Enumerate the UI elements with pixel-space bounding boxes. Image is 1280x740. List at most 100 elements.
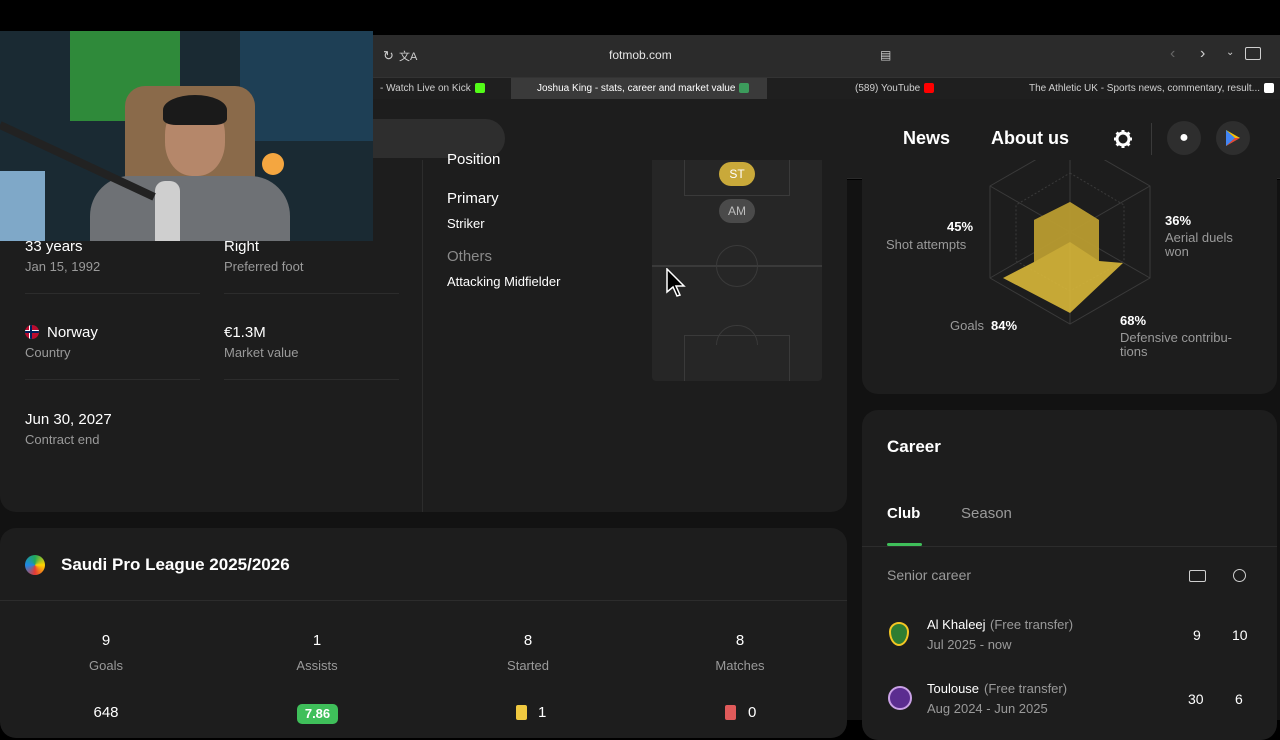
- career-appearances: 30: [1188, 691, 1204, 707]
- red-card-icon: [725, 705, 736, 720]
- birth-date: Jan 15, 1992: [25, 259, 101, 274]
- yellow-card-icon: [516, 705, 527, 720]
- aerial-duels-pct: 36%: [1165, 213, 1192, 228]
- athletic-icon: [1264, 83, 1275, 94]
- kick-icon: [474, 83, 485, 94]
- apple-icon: ●: [1179, 129, 1189, 146]
- tab-fotmob[interactable]: Joshua King - stats, career and market v…: [511, 78, 767, 100]
- pitch-centre-circle: [716, 245, 758, 287]
- shot-attempts-label: Shot attempts: [886, 237, 967, 252]
- position-st-pill: ST: [719, 162, 755, 186]
- defensive-label-1: Defensive contribu-: [1120, 330, 1232, 345]
- tab-club[interactable]: Club: [887, 505, 920, 522]
- divider: [0, 600, 847, 601]
- translate-icon[interactable]: 文A: [399, 48, 417, 64]
- matches-stat-value: 8: [735, 632, 745, 649]
- vertical-divider: [422, 160, 423, 512]
- reader-icon[interactable]: ▤: [880, 48, 891, 62]
- webcam-lamp: [262, 153, 284, 175]
- al-khaleej-crest-icon: [889, 622, 909, 646]
- gear-icon[interactable]: [1113, 129, 1133, 149]
- rating-badge: 7.86: [297, 704, 338, 724]
- started-stat-label: Started: [507, 658, 549, 673]
- webcam-water-bottles: [0, 171, 45, 241]
- tab-kick[interactable]: - Watch Live on Kick: [380, 78, 510, 100]
- aerial-duels-label-2: won: [1165, 244, 1189, 259]
- divider: [25, 293, 200, 294]
- sidebar-icon[interactable]: [1245, 47, 1261, 60]
- market-value-label: Market value: [224, 345, 299, 360]
- screen-top-bar: [0, 0, 1280, 35]
- goals-ball-icon: [1233, 569, 1246, 582]
- mouse-cursor-icon: [666, 268, 686, 297]
- tab-bar: - Watch Live on Kick Joshua King - stats…: [372, 77, 1280, 100]
- player-traits-card: 45% Shot attempts 36% Aerial duels won G…: [862, 160, 1277, 394]
- appearances-icon: [1189, 570, 1206, 582]
- divider: [224, 293, 399, 294]
- career-period: Jul 2025 - now: [927, 637, 1012, 652]
- norway-flag-icon: [25, 325, 39, 339]
- divider: [25, 379, 200, 380]
- divider: [862, 546, 1277, 547]
- page-content: Position 33 years Jan 15, 1992 Right Pre…: [0, 151, 1280, 740]
- reload-icon[interactable]: ↻: [383, 48, 394, 64]
- contract-end-label: Contract end: [25, 432, 100, 447]
- market-value: €1.3M: [224, 324, 266, 341]
- header-divider: [1151, 123, 1152, 155]
- streamer-webcam-overlay: [0, 31, 373, 241]
- career-transfer-note: (Free transfer): [984, 681, 1068, 696]
- aerial-duels-label-1: Aerial duels: [1165, 230, 1233, 245]
- season-stats-card: Saudi Pro League 2025/2026 9 Goals 1 Ass…: [0, 528, 847, 738]
- position-heading: Position: [447, 151, 501, 168]
- started-stat-value: 8: [523, 632, 533, 649]
- career-club-name: Al Khaleej: [927, 617, 986, 632]
- toulouse-crest-icon: [888, 686, 912, 710]
- shot-attempts-pct: 45%: [947, 219, 974, 234]
- career-goals: 6: [1235, 691, 1243, 707]
- back-icon[interactable]: ‹: [1170, 45, 1175, 63]
- senior-career-label: Senior career: [887, 567, 972, 583]
- pitch-arc-bottom: [716, 325, 758, 345]
- tab-youtube[interactable]: (589) YouTube: [768, 78, 1024, 100]
- assists-stat-value: 1: [312, 632, 322, 649]
- contract-end-value: Jun 30, 2027: [25, 411, 112, 428]
- yellow-cards-value: 1: [538, 704, 547, 721]
- country-value: Norway: [47, 324, 98, 341]
- primary-position-label: Primary: [447, 190, 499, 207]
- minutes-stat-value: 648: [93, 704, 119, 721]
- career-title: Career: [887, 437, 941, 456]
- country-label: Country: [25, 345, 71, 360]
- divider: [224, 379, 399, 380]
- career-period: Aug 2024 - Jun 2025: [927, 701, 1048, 716]
- defensive-label-2: tions: [1120, 344, 1148, 359]
- other-positions-value: Attacking Midfielder: [447, 274, 561, 289]
- tab-athletic[interactable]: The Athletic UK - Sports news, commentar…: [1025, 78, 1280, 100]
- fotmob-icon: [739, 83, 750, 94]
- goals-stat-value: 9: [101, 632, 111, 649]
- google-play-button[interactable]: [1216, 121, 1250, 155]
- defensive-pct: 68%: [1120, 313, 1147, 328]
- goals-pct: 84%: [991, 318, 1018, 333]
- webcam-jerseys: [240, 31, 373, 141]
- saudi-pro-league-icon: [25, 555, 45, 575]
- primary-position-value: Striker: [447, 216, 485, 231]
- career-goals: 10: [1232, 627, 1248, 643]
- matches-stat-label: Matches: [715, 658, 765, 673]
- nav-news[interactable]: News: [903, 128, 950, 149]
- nav-about-us[interactable]: About us: [991, 128, 1069, 149]
- red-cards-value: 0: [748, 704, 757, 721]
- position-am-pill: AM: [719, 199, 755, 223]
- webcam-person-hair: [163, 95, 227, 125]
- tab-season[interactable]: Season: [961, 505, 1012, 522]
- forward-icon[interactable]: ›: [1200, 45, 1205, 63]
- chevron-down-icon[interactable]: ⌄: [1226, 47, 1234, 58]
- league-title: Saudi Pro League 2025/2026: [61, 555, 290, 574]
- career-club-name: Toulouse: [927, 681, 980, 696]
- goals-stat-label: Goals: [89, 658, 123, 673]
- app-store-button[interactable]: ●: [1167, 121, 1201, 155]
- youtube-icon: [924, 83, 935, 94]
- browser-toolbar: ↻ 文A fotmob.com ▤ ‹ › ⌄: [372, 35, 1280, 77]
- webcam-microphone: [155, 181, 180, 241]
- assists-stat-label: Assists: [296, 658, 338, 673]
- address-bar[interactable]: fotmob.com: [609, 48, 672, 62]
